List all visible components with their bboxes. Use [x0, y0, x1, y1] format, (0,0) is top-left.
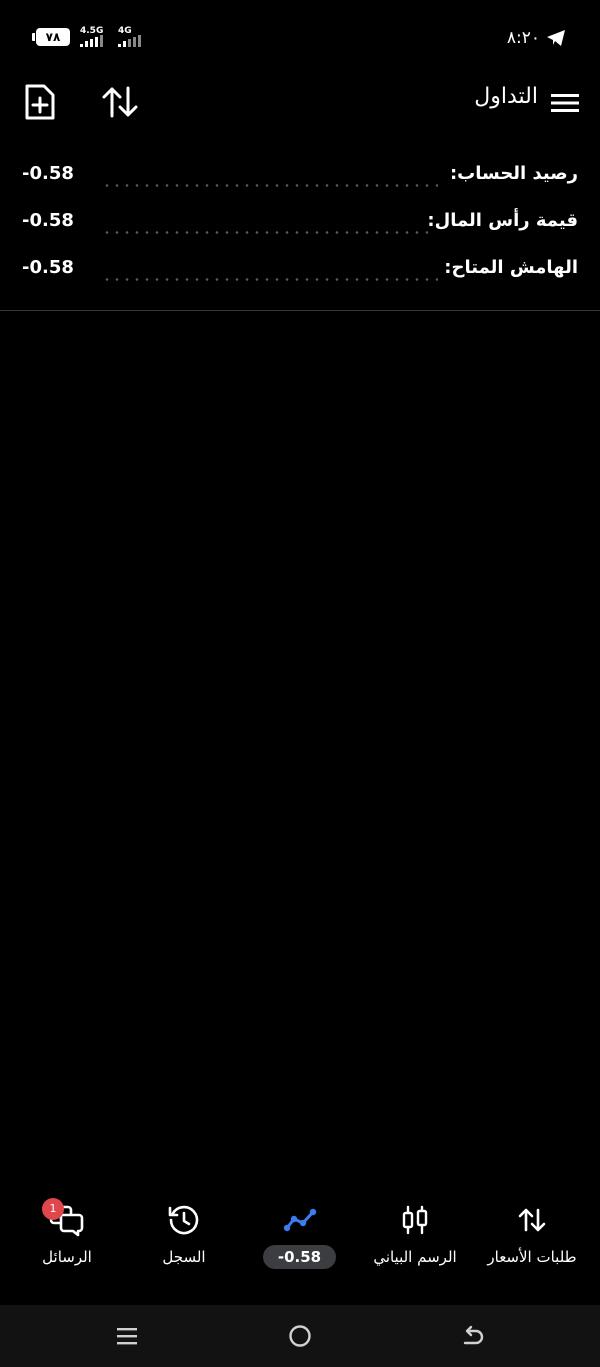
- clock-group: ٨:٢٠: [507, 24, 566, 52]
- dotted-leader: [102, 231, 428, 234]
- status-bar: ٧٨ 4.5G 4G ٨:٢٠: [0, 0, 600, 76]
- new-order-button[interactable]: [20, 80, 60, 124]
- recent-apps-icon: [117, 1328, 137, 1345]
- trend-line-icon: [283, 1208, 317, 1232]
- summary-row-free-margin: الهامش المتاح: -0.58: [0, 249, 600, 296]
- battery-indicator: ٧٨: [32, 28, 70, 46]
- sort-arrows-icon: [102, 86, 138, 118]
- home-circle-icon: [289, 1325, 311, 1347]
- summary-row-balance: رصيد الحساب: -0.58: [0, 155, 600, 202]
- dotted-leader: [102, 278, 438, 281]
- page-title: التداول: [474, 84, 538, 109]
- balance-label: رصيد الحساب:: [449, 163, 578, 184]
- new-document-icon: [25, 84, 55, 120]
- signal-icon: [118, 35, 141, 47]
- history-clock-icon: [168, 1205, 199, 1235]
- nav-icon-wrap: [124, 1200, 244, 1240]
- tab-history-label: السجل: [162, 1248, 206, 1266]
- summary-row-equity: قيمة رأس المال: -0.58: [0, 202, 600, 249]
- home-button[interactable]: [285, 1321, 315, 1351]
- equity-label: قيمة رأس المال:: [427, 210, 578, 231]
- tab-quotes-label: طلبات الأسعار: [487, 1248, 577, 1266]
- tab-quotes[interactable]: طلبات الأسعار: [472, 1200, 592, 1280]
- app-bar: التداول: [0, 76, 600, 130]
- bottom-nav: طلبات الأسعار الرسم البياني -0.58 السجل …: [0, 1190, 600, 1300]
- sort-button[interactable]: [98, 80, 142, 124]
- hamburger-menu-icon: [551, 94, 579, 112]
- tab-messages[interactable]: 1 الرسائل: [7, 1198, 127, 1280]
- tab-messages-label: الرسائل: [42, 1248, 92, 1266]
- dotted-leader: [102, 184, 438, 187]
- network-indicator-1: 4.5G: [80, 26, 106, 48]
- free-margin-value: -0.58: [22, 257, 74, 278]
- tab-chart-label: الرسم البياني: [373, 1248, 457, 1266]
- recent-apps-button[interactable]: [112, 1321, 142, 1351]
- nav-icon-wrap: [7, 1200, 127, 1240]
- up-down-arrows-icon: [518, 1208, 546, 1232]
- unread-badge: 1: [42, 1198, 64, 1220]
- back-button[interactable]: [458, 1321, 488, 1351]
- clock-time: ٨:٢٠: [506, 28, 540, 48]
- balance-value: -0.58: [22, 163, 74, 184]
- back-arrow-icon: [463, 1325, 484, 1345]
- system-nav-bar: [0, 1305, 600, 1367]
- nav-icon-wrap: [240, 1200, 360, 1240]
- free-margin-label: الهامش المتاح:: [444, 257, 578, 278]
- tab-chart[interactable]: الرسم البياني: [355, 1200, 475, 1280]
- tab-history[interactable]: السجل: [124, 1200, 244, 1280]
- signal-icon: [80, 35, 103, 47]
- equity-value: -0.58: [22, 210, 74, 231]
- profit-pill: -0.58: [263, 1245, 336, 1269]
- network-indicator-2: 4G: [118, 26, 144, 48]
- account-summary: رصيد الحساب: -0.58 قيمة رأس المال: -0.58…: [0, 155, 600, 296]
- menu-button[interactable]: [548, 86, 582, 120]
- tab-trade[interactable]: -0.58: [240, 1200, 360, 1280]
- paper-plane-icon: [547, 30, 565, 46]
- nav-icon-wrap: [355, 1200, 475, 1240]
- divider: [0, 310, 600, 311]
- candlestick-icon: [402, 1205, 428, 1235]
- nav-icon-wrap: [472, 1200, 592, 1240]
